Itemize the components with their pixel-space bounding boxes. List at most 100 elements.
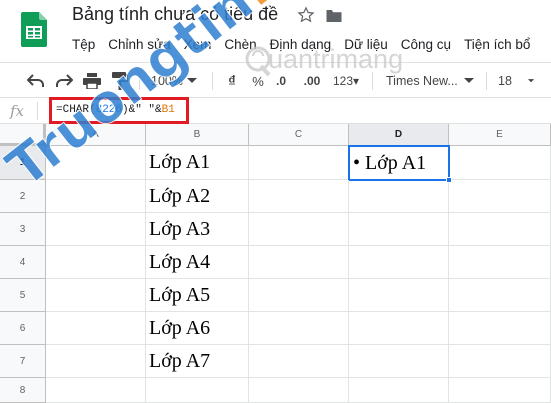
cell-a7[interactable]: [46, 345, 146, 378]
increase-decimal-button[interactable]: .00: [300, 71, 324, 91]
cell-b3[interactable]: Lớp A3: [146, 213, 249, 246]
cell-e4[interactable]: [449, 246, 551, 279]
cell-e6[interactable]: [449, 312, 551, 345]
cell-d4[interactable]: [349, 246, 449, 279]
folder-icon[interactable]: [325, 8, 343, 24]
menu-view[interactable]: Xem: [184, 37, 212, 52]
toolbar: 100% ₫ % .0 .00 123▾ Times New... 18: [0, 62, 551, 97]
cell-c7[interactable]: [249, 345, 349, 378]
format-percent-button[interactable]: %: [250, 71, 266, 91]
star-icon[interactable]: [297, 6, 315, 24]
select-all-corner[interactable]: [0, 124, 46, 146]
cell-c3[interactable]: [249, 213, 349, 246]
column-header-d[interactable]: D: [349, 124, 449, 146]
formula-divider: [37, 102, 38, 120]
cell-b5[interactable]: Lớp A5: [146, 279, 249, 312]
cell-a4[interactable]: [46, 246, 146, 279]
row-header-8[interactable]: 8: [0, 378, 46, 403]
print-icon: [83, 73, 101, 89]
menu-edit[interactable]: Chỉnh sửa: [108, 37, 170, 52]
cell-d5[interactable]: [349, 279, 449, 312]
toolbar-divider: [212, 72, 213, 90]
formula-input[interactable]: =CHAR(8226)&" "&B1: [56, 104, 175, 116]
menu-addons[interactable]: Tiện ích bổ: [464, 37, 530, 52]
column-header-a[interactable]: A: [46, 124, 146, 146]
row-header-6[interactable]: 6: [0, 312, 46, 345]
format-currency-button[interactable]: ₫: [224, 71, 240, 91]
undo-button[interactable]: [26, 71, 46, 91]
menu-format[interactable]: Định dạng: [270, 37, 332, 52]
formula-part-ref: B1: [161, 104, 175, 116]
spreadsheet-grid: A B C D E 1 2 3 4 5 6 7 8 Lớp A1 • Lớp A…: [0, 124, 551, 403]
cell-a2[interactable]: [46, 180, 146, 213]
document-title[interactable]: Bảng tính chưa có tiêu đề: [72, 4, 278, 25]
formula-bar: fx =CHAR(8226)&" "&B1: [0, 97, 551, 124]
cell-a1[interactable]: [46, 146, 146, 180]
menu-file[interactable]: Tệp: [72, 37, 95, 52]
cell-d3[interactable]: [349, 213, 449, 246]
cell-d7[interactable]: [349, 345, 449, 378]
row-header-4[interactable]: 4: [0, 246, 46, 279]
cell-b2[interactable]: Lớp A2: [146, 180, 249, 213]
cell-c5[interactable]: [249, 279, 349, 312]
cell-b6[interactable]: Lớp A6: [146, 312, 249, 345]
cell-e2[interactable]: [449, 180, 551, 213]
column-header-b[interactable]: B: [146, 124, 249, 146]
formula-part-func: =CHAR(: [56, 104, 96, 116]
cell-d8[interactable]: [349, 378, 449, 403]
fx-label: fx: [10, 102, 25, 120]
paint-format-button[interactable]: [110, 71, 130, 91]
redo-button[interactable]: [54, 71, 74, 91]
row-header-5[interactable]: 5: [0, 279, 46, 312]
cell-a6[interactable]: [46, 312, 146, 345]
sheets-logo-icon[interactable]: [21, 12, 47, 47]
print-button[interactable]: [82, 71, 102, 91]
cell-b8[interactable]: [146, 378, 249, 403]
cell-e8[interactable]: [449, 378, 551, 403]
cell-e7[interactable]: [449, 345, 551, 378]
menu-insert[interactable]: Chèn: [224, 37, 256, 52]
zoom-select[interactable]: 100%: [150, 71, 198, 91]
cell-e1[interactable]: [450, 146, 551, 180]
cell-c6[interactable]: [249, 312, 349, 345]
cell-b1[interactable]: Lớp A1: [146, 146, 249, 180]
font-size-value: 18: [498, 74, 512, 88]
menu-data[interactable]: Dữ liệu: [344, 37, 388, 52]
cell-c2[interactable]: [249, 180, 349, 213]
fill-handle[interactable]: [446, 177, 452, 183]
font-size-select[interactable]: 18: [498, 71, 534, 91]
cell-c4[interactable]: [249, 246, 349, 279]
column-header-e[interactable]: E: [449, 124, 551, 146]
row-header-7[interactable]: 7: [0, 345, 46, 378]
chevron-down-icon: [527, 79, 534, 83]
cell-e5[interactable]: [449, 279, 551, 312]
formula-part-concat: )&" "&: [122, 104, 162, 116]
column-header-c[interactable]: C: [249, 124, 349, 146]
redo-icon: [56, 74, 73, 87]
cell-c8[interactable]: [249, 378, 349, 403]
font-family-select[interactable]: Times New...: [386, 71, 478, 91]
cell-c1[interactable]: [249, 146, 349, 180]
menu-tools[interactable]: Công cụ: [401, 37, 451, 52]
app-header: Bảng tính chưa có tiêu đề Tệp Chỉnh sửa …: [0, 0, 551, 62]
cell-d1[interactable]: • Lớp A1: [348, 145, 450, 181]
cell-a3[interactable]: [46, 213, 146, 246]
row-header-1[interactable]: 1: [0, 146, 46, 180]
cell-a8[interactable]: [46, 378, 146, 403]
cell-b7[interactable]: Lớp A7: [146, 345, 249, 378]
formula-part-number: 8226: [95, 104, 123, 116]
toolbar-divider: [372, 72, 373, 90]
font-family-value: Times New...: [386, 74, 458, 88]
zoom-value: 100%: [151, 74, 183, 88]
cell-a5[interactable]: [46, 279, 146, 312]
row-header-3[interactable]: 3: [0, 213, 46, 246]
number-format-select[interactable]: 123▾: [332, 71, 360, 91]
decrease-decimal-button[interactable]: .0: [272, 71, 290, 91]
chevron-down-icon: [186, 78, 197, 83]
cell-d2[interactable]: [349, 180, 449, 213]
cell-e3[interactable]: [449, 213, 551, 246]
cell-d6[interactable]: [349, 312, 449, 345]
cell-b4[interactable]: Lớp A4: [146, 246, 249, 279]
paint-format-icon: [112, 72, 128, 90]
row-header-2[interactable]: 2: [0, 180, 46, 213]
